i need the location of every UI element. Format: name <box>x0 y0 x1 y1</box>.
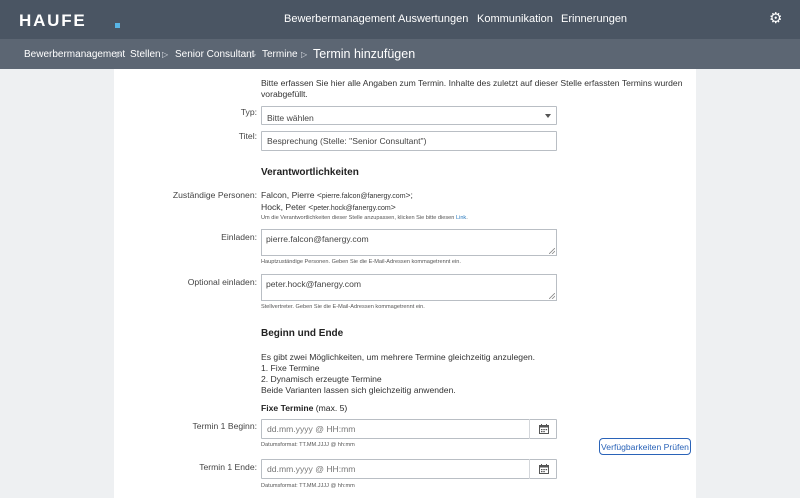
optional-einladen-help-text: Stellvertreter. Geben Sie die E-Mail-Adr… <box>261 304 425 310</box>
intro-text-line2: vorabgefüllt. <box>261 89 308 99</box>
info-text-line1: Es gibt zwei Möglichkeiten, um mehrere T… <box>261 352 536 362</box>
info-text-line3: 2. Dynamisch erzeugte Termine <box>261 374 382 384</box>
zustaendige-personen-label: Zuständige Personen: <box>172 190 257 200</box>
fixe-termine-max: (max. 5) <box>315 403 348 413</box>
info-text-line4: Beide Varianten lassen sich gleichzeitig… <box>261 385 456 395</box>
zustaendig-help-text: Um die Verantwortlichkeiten dieser Stell… <box>261 215 468 221</box>
calendar-icon[interactable] <box>529 419 557 439</box>
termin-1-beginn-field <box>261 419 557 439</box>
nav-erinnerungen[interactable]: Erinnerungen <box>561 13 627 25</box>
person-1-suffix: >; <box>405 190 413 200</box>
termin-1-beginn-label: Termin 1 Beginn: <box>192 421 258 431</box>
typ-label: Typ: <box>240 107 257 117</box>
info-text-line2: 1. Fixe Termine <box>261 363 320 373</box>
optional-einladen-value: peter.hock@fanergy.com <box>266 279 362 289</box>
responsible-person-1: Falcon, Pierre <pierre.falcon@fanergy.co… <box>261 190 413 200</box>
einladen-label: Einladen: <box>221 232 257 242</box>
verfuegbarkeiten-pruefen-button[interactable]: Verfügbarkeiten Prüfen <box>599 438 691 455</box>
haufe-logo[interactable]: HAUFE <box>19 11 87 31</box>
termin-1-ende-field <box>261 459 557 479</box>
person-2-email: peter.hock@fanergy.com <box>313 205 391 212</box>
titel-label: Titel: <box>238 131 257 141</box>
nav-bewerbermanagement[interactable]: Bewerbermanagement <box>284 13 395 25</box>
responsible-person-2: Hock, Peter <peter.hock@fanergy.com> <box>261 202 396 212</box>
optional-einladen-label: Optional einladen: <box>187 277 257 287</box>
fixe-termine-title: Fixe Termine <box>261 403 314 413</box>
gear-icon[interactable]: ⚙ <box>769 10 782 27</box>
top-navigation-bar: HAUFE Bewerbermanagement Auswertungen Ko… <box>0 0 800 39</box>
termin-1-ende-label: Termin 1 Ende: <box>199 462 257 472</box>
einladen-help-text: Hauptzuständige Personen. Geben Sie die … <box>261 259 461 265</box>
section-heading-verantwortlichkeiten: Verantwortlichkeiten <box>261 167 359 178</box>
einladen-textarea[interactable]: pierre.falcon@fanergy.com <box>261 229 557 256</box>
intro-text-line1: Bitte erfassen Sie hier alle Angaben zum… <box>261 78 683 88</box>
section-heading-beginn-und-ende: Beginn und Ende <box>261 328 344 339</box>
einladen-value: pierre.falcon@fanergy.com <box>266 234 369 244</box>
typ-select[interactable]: Bitte wählen <box>261 106 557 125</box>
triangle-right-icon: ▷ <box>116 50 123 59</box>
verantwortlichkeiten-link[interactable]: Link <box>456 215 466 221</box>
nav-kommunikation[interactable]: Kommunikation <box>477 13 553 25</box>
person-2-suffix: > <box>390 202 396 212</box>
calendar-icon[interactable] <box>529 459 557 479</box>
triangle-right-icon: ▷ <box>162 50 169 59</box>
person-1-name: Falcon, Pierre < <box>261 190 322 200</box>
breadcrumb: Bewerbermanagement ▷ Stellen ▷ Senior Co… <box>0 39 800 69</box>
breadcrumb-termine[interactable]: Termine <box>262 49 298 60</box>
breadcrumb-stellen[interactable]: Stellen <box>130 49 161 60</box>
termin-1-ende-help-text: Datumsformat: TT.MM.JJJJ @ hh:mm <box>261 483 355 489</box>
termin-1-ende-input[interactable] <box>261 459 557 479</box>
person-2-name: Hock, Peter < <box>261 202 314 212</box>
triangle-right-icon: ▷ <box>250 50 257 59</box>
titel-input[interactable] <box>261 131 557 151</box>
zustaendig-help-period: . <box>466 215 468 221</box>
zustaendig-help-body: Um die Verantwortlichkeiten dieser Stell… <box>261 215 455 221</box>
person-1-email: pierre.falcon@fanergy.com <box>321 193 406 200</box>
typ-select-value: Bitte wählen <box>267 113 314 123</box>
optional-einladen-textarea[interactable]: peter.hock@fanergy.com <box>261 274 557 301</box>
termin-1-beginn-input[interactable] <box>261 419 557 439</box>
breadcrumb-bewerbermanagement[interactable]: Bewerbermanagement <box>24 49 125 60</box>
caret-down-icon <box>545 114 551 118</box>
fixe-termine-heading: Fixe Termine (max. 5) <box>261 403 347 413</box>
nav-auswertungen[interactable]: Auswertungen <box>398 13 468 25</box>
triangle-right-icon: ▷ <box>301 50 308 59</box>
resize-handle-icon[interactable] <box>549 293 555 299</box>
breadcrumb-senior-consultant[interactable]: Senior Consultant <box>175 49 255 60</box>
logo-accent-dot <box>115 23 120 28</box>
page-title: Termin hinzufügen <box>313 47 416 61</box>
termin-1-beginn-help-text: Datumsformat: TT.MM.JJJJ @ hh:mm <box>261 442 355 448</box>
resize-handle-icon[interactable] <box>549 248 555 254</box>
